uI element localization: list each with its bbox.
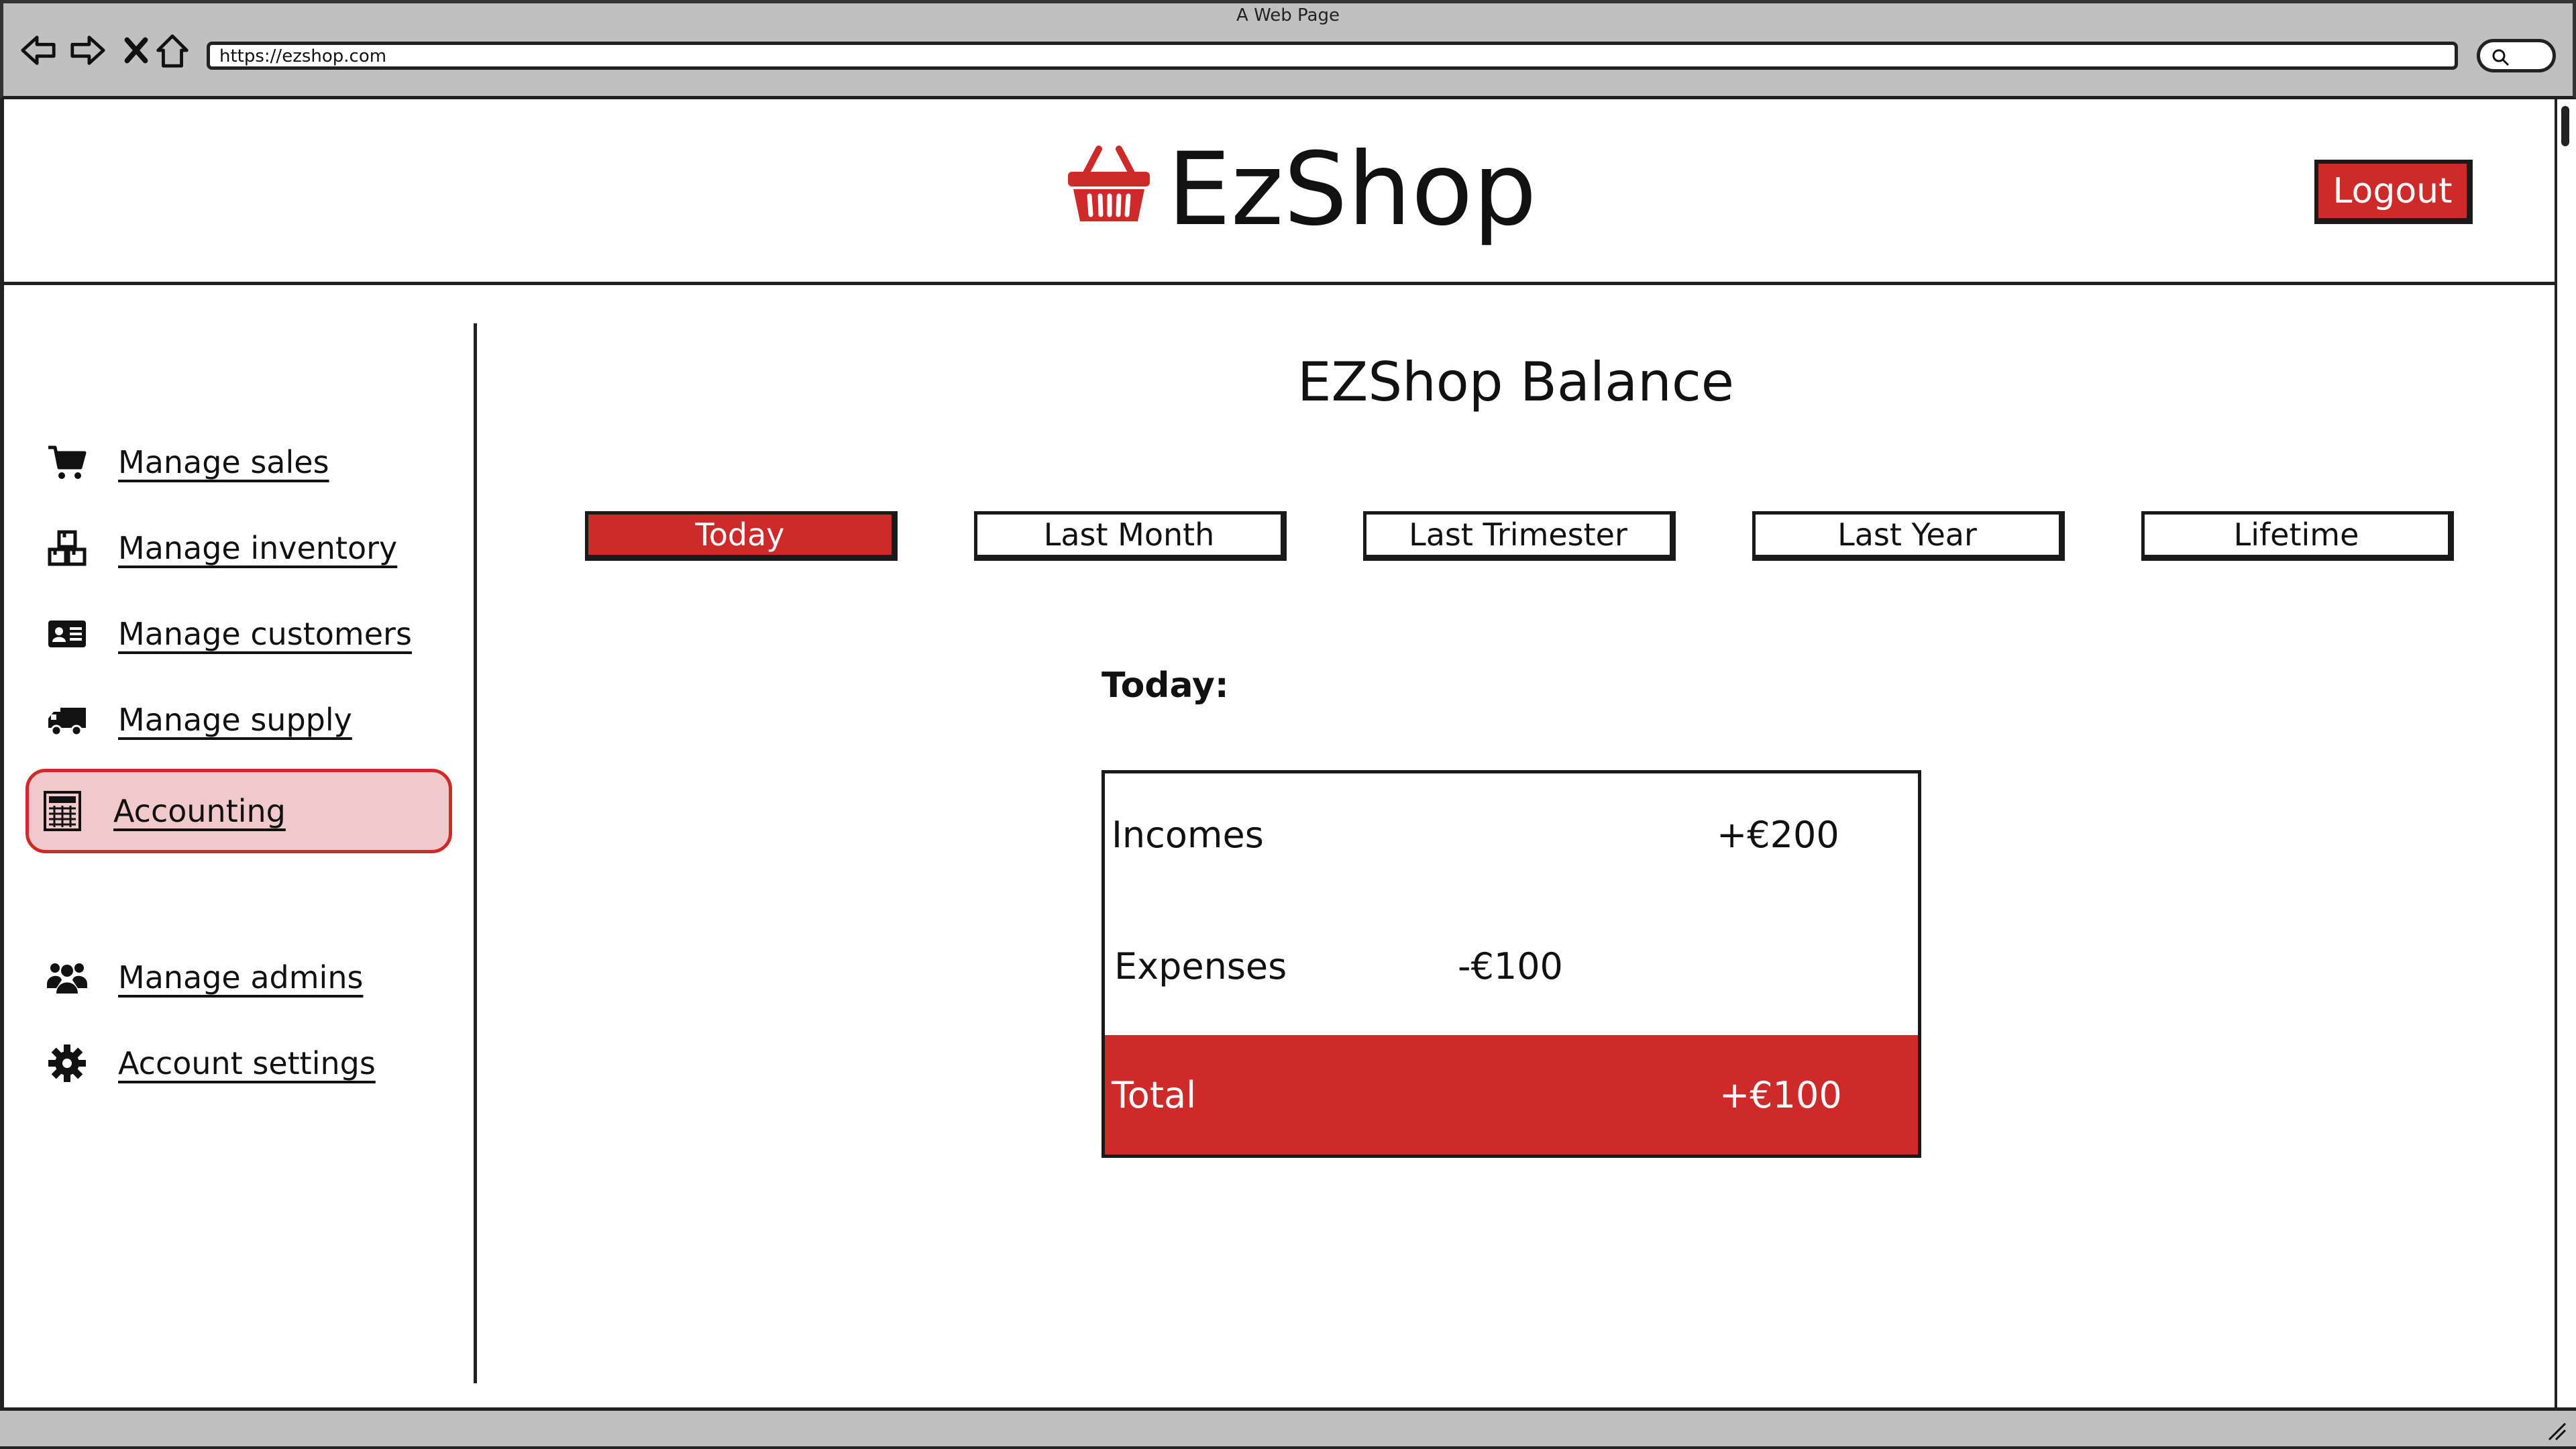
header-divider bbox=[4, 282, 2555, 285]
home-icon[interactable] bbox=[149, 27, 196, 74]
users-icon bbox=[46, 956, 89, 999]
total-label: Total bbox=[1112, 1074, 1197, 1116]
sidebar-item-label: Accounting bbox=[113, 793, 286, 829]
window-border bbox=[0, 99, 4, 1407]
sidebar-item-label: Account settings bbox=[118, 1045, 376, 1081]
browser-page-title: A Web Page bbox=[1236, 5, 1340, 25]
sidebar-item-manage-inventory[interactable]: Manage inventory bbox=[34, 511, 449, 585]
scrollbar-thumb[interactable] bbox=[2561, 106, 2569, 146]
sidebar-item-manage-customers[interactable]: Manage customers bbox=[34, 597, 449, 671]
gear-icon bbox=[46, 1042, 89, 1085]
tab-today[interactable]: Today bbox=[585, 511, 898, 561]
incomes-value: +€200 bbox=[1717, 814, 1839, 856]
expenses-label: Expenses bbox=[1114, 945, 1287, 987]
calculator-icon bbox=[41, 790, 84, 833]
sidebar-item-manage-admins[interactable]: Manage admins bbox=[34, 941, 449, 1014]
id-card-icon bbox=[46, 612, 89, 655]
page-title: EZShop Balance bbox=[1297, 351, 1735, 413]
brand-name: EzShop bbox=[1167, 131, 1537, 248]
truck-icon bbox=[46, 698, 89, 741]
forward-arrow-icon[interactable] bbox=[64, 27, 111, 74]
sidebar-item-label: Manage supply bbox=[118, 702, 352, 738]
sidebar-item-account-settings[interactable]: Account settings bbox=[34, 1026, 449, 1100]
browser-search-box[interactable] bbox=[2477, 39, 2556, 72]
sidebar-divider bbox=[474, 323, 477, 1383]
balance-table: Incomes +€200 Expenses -€100 Total +€100 bbox=[1102, 770, 1921, 1158]
tab-last-month[interactable]: Last Month bbox=[974, 511, 1287, 561]
status-bar bbox=[0, 1407, 2576, 1449]
sidebar-item-label: Manage admins bbox=[118, 959, 364, 996]
logout-button[interactable]: Logout bbox=[2314, 160, 2473, 224]
shopping-cart-icon bbox=[46, 441, 89, 484]
vertical-scrollbar[interactable] bbox=[2555, 99, 2576, 1407]
tab-lifetime[interactable]: Lifetime bbox=[2141, 511, 2454, 561]
tab-last-trimester[interactable]: Last Trimester bbox=[1363, 511, 1676, 561]
total-value: +€100 bbox=[1719, 1074, 1842, 1116]
tab-last-year[interactable]: Last Year bbox=[1752, 511, 2065, 561]
boxes-icon bbox=[46, 527, 89, 570]
sidebar-item-manage-sales[interactable]: Manage sales bbox=[34, 425, 449, 499]
expenses-value: -€100 bbox=[1458, 945, 1563, 987]
url-bar[interactable]: https://ezshop.com bbox=[207, 42, 2458, 70]
incomes-label: Incomes bbox=[1112, 814, 1264, 856]
sidebar-item-label: Manage customers bbox=[118, 616, 412, 652]
total-row: Total +€100 bbox=[1105, 1035, 1918, 1155]
shopping-basket-icon bbox=[1065, 142, 1152, 225]
sidebar-item-manage-supply[interactable]: Manage supply bbox=[34, 683, 449, 757]
sidebar-item-label: Manage inventory bbox=[118, 530, 398, 566]
sidebar-item-accounting[interactable]: Accounting bbox=[25, 769, 452, 853]
period-label: Today: bbox=[1102, 665, 1229, 706]
search-icon bbox=[2492, 49, 2510, 66]
resize-grip-icon[interactable] bbox=[2542, 1417, 2569, 1444]
back-arrow-icon[interactable] bbox=[15, 27, 62, 74]
sidebar-item-label: Manage sales bbox=[118, 444, 329, 480]
